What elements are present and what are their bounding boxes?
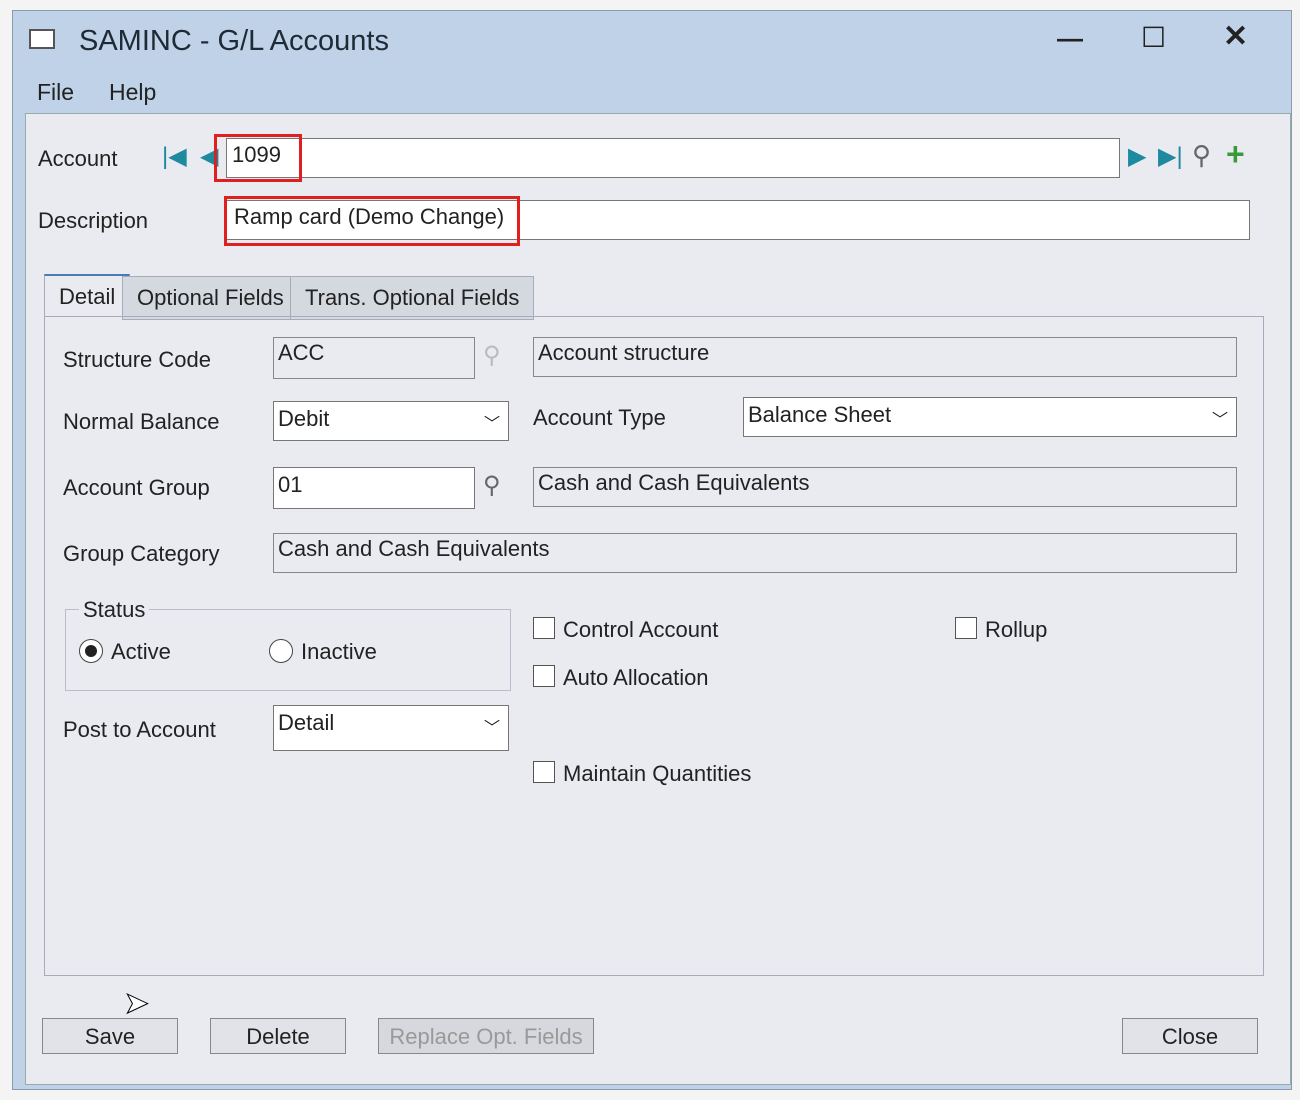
account-group-search-icon[interactable]: ⚲: [483, 471, 501, 500]
auto-allocation-checkbox[interactable]: [533, 665, 555, 687]
account-type-value: Balance Sheet: [748, 402, 892, 427]
normal-balance-value: Debit: [278, 406, 330, 431]
chevron-down-icon: ﹀: [1211, 412, 1228, 429]
post-to-account-value: Detail: [278, 710, 335, 735]
account-group-input[interactable]: 01: [273, 467, 475, 509]
control-account-checkbox[interactable]: [533, 617, 555, 639]
structure-description: Account structure: [533, 337, 1237, 377]
group-category-label: Group Category: [63, 541, 220, 566]
last-record-icon[interactable]: ▶|: [1158, 142, 1183, 171]
window-title: SAMINC - G/L Accounts: [79, 25, 389, 57]
account-label: Account: [38, 146, 118, 171]
add-icon[interactable]: +: [1226, 136, 1245, 173]
maintain-quantities-label: Maintain Quantities: [563, 761, 752, 786]
detail-tab-panel: Structure Code ACC ⚲ Account structure N…: [44, 316, 1264, 976]
tab-trans-optional-fields[interactable]: Trans. Optional Fields: [290, 276, 535, 320]
normal-balance-label: Normal Balance: [63, 409, 220, 434]
structure-code-label: Structure Code: [63, 347, 211, 372]
chevron-down-icon: ﹀: [483, 416, 500, 433]
account-group-description: Cash and Cash Equivalents: [533, 467, 1237, 507]
active-label: Active: [111, 639, 171, 664]
menu-file[interactable]: File: [37, 79, 74, 106]
replace-opt-fields-button: Replace Opt. Fields: [378, 1018, 594, 1054]
maximize-button[interactable]: ☐: [1141, 21, 1166, 54]
chevron-down-icon: ﹀: [483, 720, 500, 737]
search-icon[interactable]: ⚲: [1192, 140, 1211, 171]
status-label: Status: [79, 597, 150, 623]
gl-accounts-window: SAMINC - G/L Accounts — ☐ ✕ File Help Ac…: [12, 10, 1292, 1090]
active-radio[interactable]: [79, 639, 103, 663]
tab-optional-fields[interactable]: Optional Fields: [122, 276, 299, 320]
account-value: 1099: [232, 142, 281, 167]
mouse-cursor-icon: ➤: [123, 987, 150, 1021]
description-label: Description: [38, 208, 149, 233]
window-icon: [29, 29, 55, 49]
post-to-account-select[interactable]: Detail ﹀: [273, 705, 509, 751]
main-panel: Account |◀ ◀ 1099 ▶ ▶| ⚲ + Description R…: [25, 113, 1291, 1085]
inactive-radio[interactable]: [269, 639, 293, 663]
account-type-select[interactable]: Balance Sheet ﹀: [743, 397, 1237, 437]
title-bar: SAMINC - G/L Accounts — ☐ ✕: [13, 11, 1291, 75]
structure-code-input[interactable]: ACC: [273, 337, 475, 379]
normal-balance-select[interactable]: Debit ﹀: [273, 401, 509, 441]
save-button[interactable]: Save: [42, 1018, 178, 1054]
menu-help[interactable]: Help: [109, 79, 156, 106]
account-type-label: Account Type: [533, 405, 666, 430]
minimize-button[interactable]: —: [1057, 23, 1083, 54]
maintain-quantities-checkbox[interactable]: [533, 761, 555, 783]
structure-code-search-icon[interactable]: ⚲: [483, 341, 501, 370]
account-input[interactable]: [226, 138, 1120, 178]
account-group-label: Account Group: [63, 475, 210, 500]
post-to-account-label: Post to Account: [63, 717, 216, 742]
first-record-icon[interactable]: |◀: [162, 142, 187, 171]
group-category-value: Cash and Cash Equivalents: [273, 533, 1237, 573]
description-value: Ramp card (Demo Change): [234, 204, 505, 229]
next-record-icon[interactable]: ▶: [1128, 142, 1146, 171]
auto-allocation-label: Auto Allocation: [563, 665, 709, 690]
delete-button[interactable]: Delete: [210, 1018, 346, 1054]
rollup-checkbox[interactable]: [955, 617, 977, 639]
close-button[interactable]: Close: [1122, 1018, 1258, 1054]
close-window-button[interactable]: ✕: [1223, 19, 1248, 54]
control-account-label: Control Account: [563, 617, 719, 642]
inactive-label: Inactive: [301, 639, 377, 664]
tab-detail[interactable]: Detail: [44, 274, 131, 318]
rollup-label: Rollup: [985, 617, 1048, 642]
